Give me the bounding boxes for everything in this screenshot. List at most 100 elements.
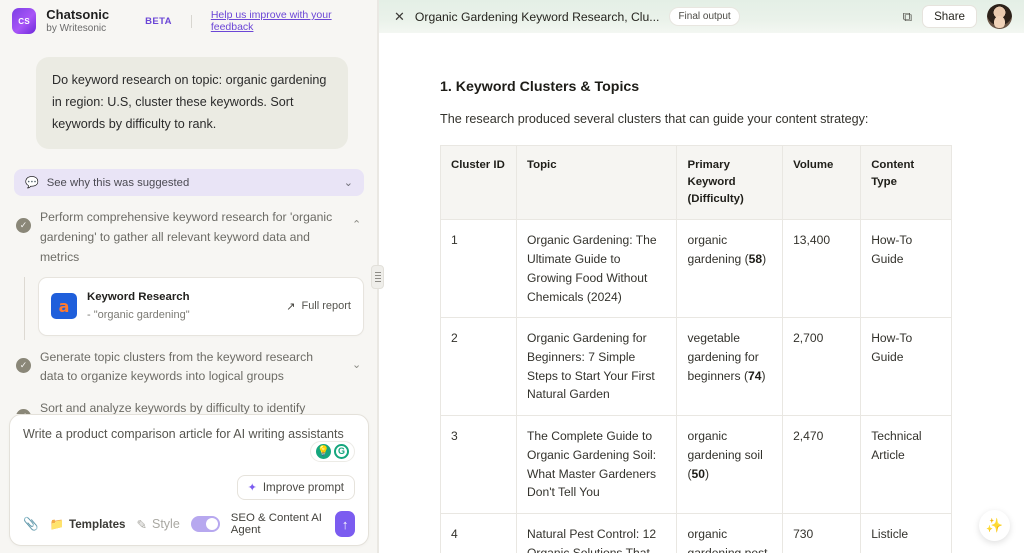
document-header: ✕ Organic Gardening Keyword Research, Cl… (378, 0, 1024, 33)
table-row: 4 Natural Pest Control: 12 Organic Solut… (439, 513, 952, 553)
table-row: 2 Organic Gardening for Beginners: 7 Sim… (439, 317, 952, 417)
ahrefs-icon: a (51, 293, 77, 320)
pen-icon: ✎ (136, 517, 147, 532)
prompt-composer[interactable]: Write a product comparison article for A… (9, 413, 369, 546)
difficulty-value: 58 (748, 252, 763, 267)
task-label: Sort and analyze keywords by difficulty … (40, 401, 306, 414)
cell-primary-keyword: organic gardening (58) (676, 219, 784, 319)
attachment-icon[interactable]: 📎 (23, 517, 39, 532)
grammarly-icon[interactable]: G (334, 443, 349, 459)
cell-cluster-id: 1 (439, 219, 518, 319)
seo-agent-toggle[interactable] (190, 516, 220, 532)
panel-resize-handle[interactable] (371, 265, 384, 289)
cell-content-type: Technical Article (860, 415, 952, 515)
divider (190, 14, 192, 28)
why-suggested-label: See why this was suggested (46, 176, 190, 189)
send-button[interactable]: ↑ (335, 511, 355, 537)
keyword-clusters-table: Cluster ID Topic Primary Keyword (Diffic… (439, 144, 952, 553)
document-content: 1. Keyword Clusters & Topics The researc… (378, 79, 1024, 553)
table-row: 1 Organic Gardening: The Ultimate Guide … (439, 219, 952, 319)
chatsonic-logo-icon: CS (12, 8, 37, 35)
brand-text: Chatsonic by Writesonic (46, 7, 110, 34)
style-label: Style (152, 517, 180, 531)
column-header-primary-keyword: Primary Keyword (Difficulty) (676, 144, 784, 221)
document-title: Organic Gardening Keyword Research, Clu.… (414, 9, 660, 24)
keyword-text: organic gardening soil (687, 429, 763, 462)
difficulty-value: 74 (748, 368, 762, 383)
section-heading: 1. Keyword Clusters & Topics (440, 79, 640, 95)
document-body[interactable]: 1. Keyword Clusters & Topics The researc… (378, 33, 1024, 553)
column-header-volume: Volume (782, 144, 862, 221)
check-circle-icon: ✓ (16, 357, 31, 373)
grammarly-badges[interactable]: 💡 G (310, 440, 355, 462)
cell-volume: 2,470 (782, 415, 862, 515)
lightbulb-icon[interactable]: 💡 (316, 443, 331, 459)
tool-card-meta: Keyword Research - "organic gardening" (87, 289, 276, 323)
cell-cluster-id: 2 (439, 317, 518, 417)
brand-subtitle: by Writesonic (46, 22, 107, 34)
table-row: 3 The Complete Guide to Organic Gardenin… (439, 415, 952, 515)
cell-cluster-id: 3 (439, 415, 518, 515)
chevron-down-icon[interactable]: ⌄ (344, 176, 353, 189)
expand-icon: ↗ (286, 300, 296, 313)
prompt-input[interactable]: Write a product comparison article for A… (23, 426, 355, 444)
tool-card-subtitle: - "organic gardening" (87, 308, 190, 321)
cell-topic: Organic Gardening: The Ultimate Guide to… (516, 219, 678, 319)
final-output-badge: Final output (669, 7, 740, 26)
section-intro: The research produced several clusters t… (440, 112, 869, 126)
keyword-text: organic gardening pest control (687, 527, 768, 553)
share-button[interactable]: Share (922, 5, 977, 28)
cell-content-type: Listicle (860, 513, 952, 553)
chat-panel: CS Chatsonic by Writesonic BETA Help us … (0, 0, 378, 553)
document-header-actions: ⧉ Share (903, 4, 1012, 29)
user-message-bubble: Do keyword research on topic: organic ga… (36, 57, 348, 150)
difficulty-value: 50 (691, 466, 705, 481)
tool-card-title: Keyword Research (87, 291, 190, 304)
cell-content-type: How-To Guide (860, 219, 952, 319)
column-header-topic: Topic (516, 144, 678, 221)
tool-card-wrap: a Keyword Research - "organic gardening"… (14, 277, 364, 341)
keyword-research-card[interactable]: a Keyword Research - "organic gardening"… (38, 277, 364, 336)
column-header-content-type: Content Type (860, 144, 952, 221)
chevron-down-icon[interactable]: ⌄ (352, 409, 362, 413)
task-item[interactable]: ✓ Perform comprehensive keyword research… (14, 196, 364, 268)
avatar[interactable] (987, 4, 1012, 29)
table-body: 1 Organic Gardening: The Ultimate Guide … (439, 219, 952, 553)
brand-bar: CS Chatsonic by Writesonic BETA Help us … (0, 0, 378, 41)
cell-topic: Natural Pest Control: 12 Organic Solutio… (516, 513, 678, 553)
chevron-up-icon[interactable]: ⌃ (352, 218, 362, 231)
sparkle-icon: ✦ (247, 482, 257, 494)
task-item[interactable]: ✓ Sort and analyze keywords by difficult… (14, 387, 364, 414)
composer-zone: Write a product comparison article for A… (0, 413, 378, 553)
column-header-cluster-id: Cluster ID (439, 144, 518, 221)
templates-button[interactable]: 📁 Templates (50, 517, 126, 532)
full-report-button[interactable]: ↗ Full report (286, 300, 351, 313)
feedback-link[interactable]: Help us improve with your feedback (211, 9, 366, 33)
improve-prompt-button[interactable]: ✦ Improve prompt (236, 475, 355, 500)
cell-primary-keyword: organic gardening pest control (28) (676, 513, 784, 553)
copy-icon[interactable]: ⧉ (903, 9, 912, 25)
style-button[interactable]: ✎ Style (137, 517, 180, 532)
task-label: Generate topic clusters from the keyword… (40, 349, 313, 384)
chevron-down-icon[interactable]: ⌄ (352, 358, 362, 371)
close-icon[interactable]: ✕ (394, 9, 405, 25)
document-panel: ✕ Organic Gardening Keyword Research, Cl… (378, 0, 1024, 553)
improve-prompt-label: Improve prompt (262, 481, 344, 494)
composer-toolbar: 📎 📁 Templates ✎ Style SEO & Content AI A… (23, 511, 355, 537)
brand-name: Chatsonic (46, 7, 110, 22)
keyword-text: organic gardening (687, 233, 742, 267)
magic-wand-button[interactable]: ✨ (979, 510, 1010, 541)
beta-badge: BETA (145, 15, 172, 27)
full-report-label: Full report (301, 300, 351, 313)
why-suggested-row[interactable]: 💬 See why this was suggested ⌄ (14, 169, 364, 197)
chat-scroll-area[interactable]: Do keyword research on topic: organic ga… (0, 40, 378, 414)
task-item[interactable]: ✓ Generate topic clusters from the keywo… (14, 336, 364, 388)
improve-row: ✦ Improve prompt (23, 475, 355, 500)
cell-volume: 730 (782, 513, 862, 553)
cell-volume: 13,400 (782, 219, 862, 319)
cell-content-type: How-To Guide (860, 317, 952, 417)
chat-bubble-icon: 💬 (25, 177, 39, 190)
app-root: CS Chatsonic by Writesonic BETA Help us … (0, 0, 1024, 553)
seo-agent-label: SEO & Content AI Agent (230, 512, 322, 536)
cell-topic: Organic Gardening for Beginners: 7 Simpl… (516, 317, 678, 417)
